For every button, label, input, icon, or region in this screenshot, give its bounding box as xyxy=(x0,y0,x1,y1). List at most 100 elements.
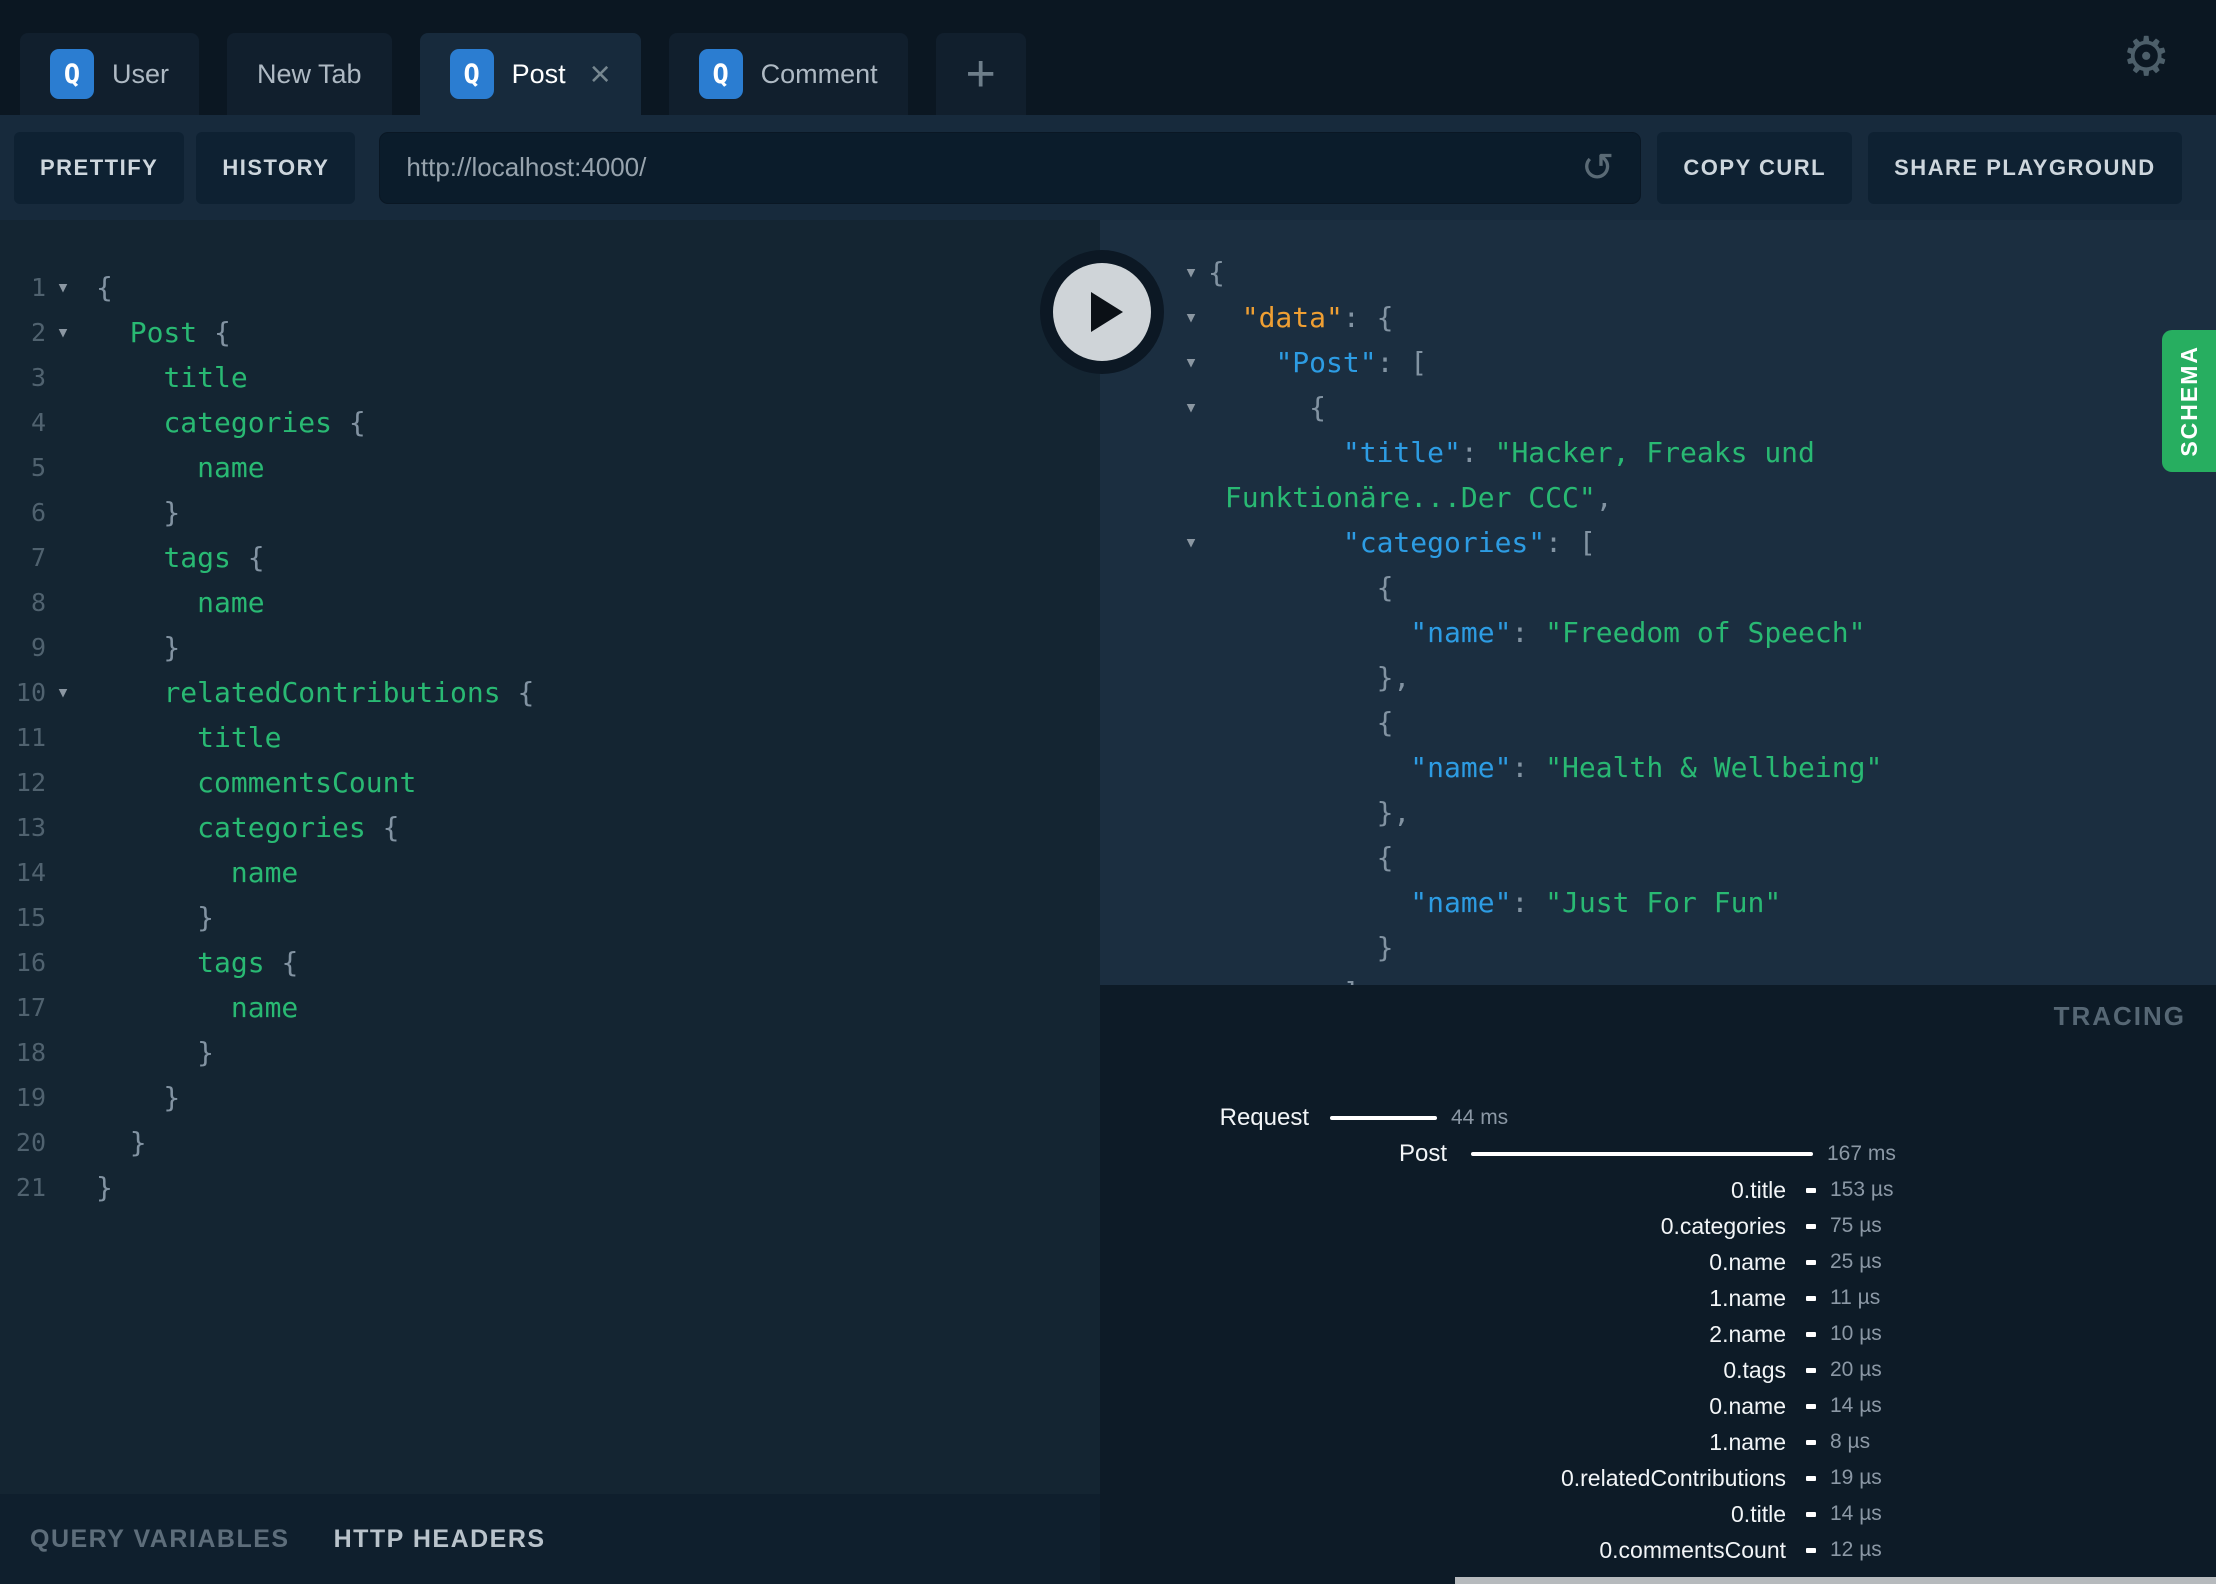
editor-line: 8 name xyxy=(0,580,1100,625)
horizontal-scrollbar[interactable] xyxy=(1455,1577,2216,1584)
token: } xyxy=(1208,931,1394,964)
copy-curl-button[interactable]: COPY CURL xyxy=(1657,131,1853,204)
code-text: tags { xyxy=(80,940,298,985)
token: { xyxy=(1208,391,1327,424)
tab-label: User xyxy=(112,58,170,89)
fold-arrow-icon[interactable]: ▾ xyxy=(1178,250,1204,295)
trace-time: 12 µs xyxy=(1830,1538,1882,1561)
fold-gutter xyxy=(46,985,80,1030)
fold-gutter xyxy=(46,445,80,490)
fold-arrow-icon[interactable]: ▾ xyxy=(46,265,80,310)
schema-tab-label: SCHEMA xyxy=(2175,345,2202,457)
token: } xyxy=(96,1036,215,1069)
token: Post xyxy=(129,316,198,349)
fold-arrow-icon[interactable]: ▾ xyxy=(1178,295,1204,340)
tab-new-tab[interactable]: New Tab xyxy=(227,33,392,115)
execute-button[interactable] xyxy=(1053,263,1151,361)
fold-arrow-icon[interactable]: ▾ xyxy=(46,310,80,355)
trace-row: Post 167 ms xyxy=(1100,1136,2216,1172)
code-text: } xyxy=(80,1120,147,1165)
fold-gutter xyxy=(46,490,80,535)
token: relatedContributions xyxy=(163,676,501,709)
endpoint-url-input[interactable]: http://localhost:4000/ ↻ xyxy=(379,131,1642,204)
line-number: 5 xyxy=(30,453,46,482)
trace-row: 0.tags 20 µs xyxy=(1100,1352,2216,1388)
trace-row: 0.name 14 µs xyxy=(1100,1388,2216,1424)
reload-icon[interactable]: ↻ xyxy=(1581,146,1615,190)
editor-line: 17 name xyxy=(0,985,1100,1030)
query-variables-button[interactable]: QUERY VARIABLES xyxy=(30,1525,290,1554)
line-number: 14 xyxy=(15,858,46,887)
token: : { xyxy=(1342,301,1394,334)
trace-time: 20 µs xyxy=(1830,1358,1882,1381)
execute-button-ring xyxy=(1040,250,1164,374)
fold-arrow-icon[interactable]: ▾ xyxy=(1178,520,1204,565)
response-line: { xyxy=(1100,835,2216,880)
line-number: 9 xyxy=(30,633,46,662)
fold-arrow-icon[interactable]: ▾ xyxy=(1178,385,1204,430)
line-number: 1 xyxy=(30,273,46,302)
tracing-title: TRACING xyxy=(2053,1001,2186,1031)
tab-label: New Tab xyxy=(257,58,362,89)
plus-icon: + xyxy=(965,45,996,103)
trace-time: 11 µs xyxy=(1830,1286,1881,1309)
new-tab-button[interactable]: + xyxy=(935,33,1026,115)
settings-gear-icon[interactable]: ⚙ xyxy=(2122,30,2170,84)
trace-time: 75 µs xyxy=(1830,1214,1882,1237)
trace-time: 25 µs xyxy=(1830,1250,1882,1273)
editor-line: 20 } xyxy=(0,1120,1100,1165)
trace-row: 0.relatedContributions 19 µs xyxy=(1100,1460,2216,1496)
fold-gutter xyxy=(46,1075,80,1120)
response-line: }, xyxy=(1100,655,2216,700)
token: Funktionäre...Der CCC" xyxy=(1208,481,1596,514)
trace-label: 0.name xyxy=(1709,1392,1786,1419)
response-line: "name": "Just For Fun" xyxy=(1100,880,2216,925)
fold-arrow-icon[interactable]: ▾ xyxy=(46,670,80,715)
close-tab-icon[interactable]: × xyxy=(590,56,611,92)
token: { xyxy=(1208,841,1394,874)
response-line: ▾ "data": { xyxy=(1100,295,2216,340)
share-playground-button[interactable]: SHARE PLAYGROUND xyxy=(1868,131,2182,204)
trace-time: 10 µs xyxy=(1830,1322,1882,1345)
token: } xyxy=(96,901,215,934)
http-headers-button[interactable]: HTTP HEADERS xyxy=(334,1525,546,1554)
token: } xyxy=(96,1171,113,1204)
fold-gutter xyxy=(46,625,80,670)
response-line: ▾ "Post": [ xyxy=(1100,340,2216,385)
line-number: 12 xyxy=(15,768,46,797)
code-text: Post { xyxy=(80,310,231,355)
token: }, xyxy=(1208,796,1411,829)
code-text: } xyxy=(80,1030,214,1075)
token: "Just For Fun" xyxy=(1545,886,1782,919)
schema-tab[interactable]: SCHEMA xyxy=(2162,330,2216,472)
token: }, xyxy=(1208,661,1411,694)
token: : xyxy=(1511,751,1546,784)
fold-gutter xyxy=(46,760,80,805)
query-editor[interactable]: 1 ▾{2 ▾ Post {3 title 4 categories {5 name 6… xyxy=(0,220,1100,1494)
fold-arrow-icon[interactable]: ▾ xyxy=(1178,340,1204,385)
trace-label: 0.relatedContributions xyxy=(1560,1464,1786,1491)
tab-post[interactable]: Q Post × xyxy=(419,33,641,115)
tab-user[interactable]: Q User xyxy=(20,33,200,115)
token: "Post" xyxy=(1275,346,1377,379)
prettify-button[interactable]: PRETTIFY xyxy=(14,131,185,204)
token: { xyxy=(96,271,113,304)
editor-line: 14 name xyxy=(0,850,1100,895)
code-text: categories { xyxy=(80,805,399,850)
token: commentsCount xyxy=(197,766,417,799)
tab-comment[interactable]: Q Comment xyxy=(668,33,908,115)
trace-row: 2.name 10 µs xyxy=(1100,1316,2216,1352)
fold-gutter xyxy=(46,400,80,445)
history-button[interactable]: HISTORY xyxy=(196,131,356,204)
response-viewer[interactable]: ▾{▾ "data": {▾ "Post": [▾ { "title": "Ha… xyxy=(1100,220,2216,985)
code-text: name xyxy=(80,850,298,895)
line-number: 18 xyxy=(15,1038,46,1067)
response-line: "title": "Hacker, Freaks und xyxy=(1100,430,2216,475)
